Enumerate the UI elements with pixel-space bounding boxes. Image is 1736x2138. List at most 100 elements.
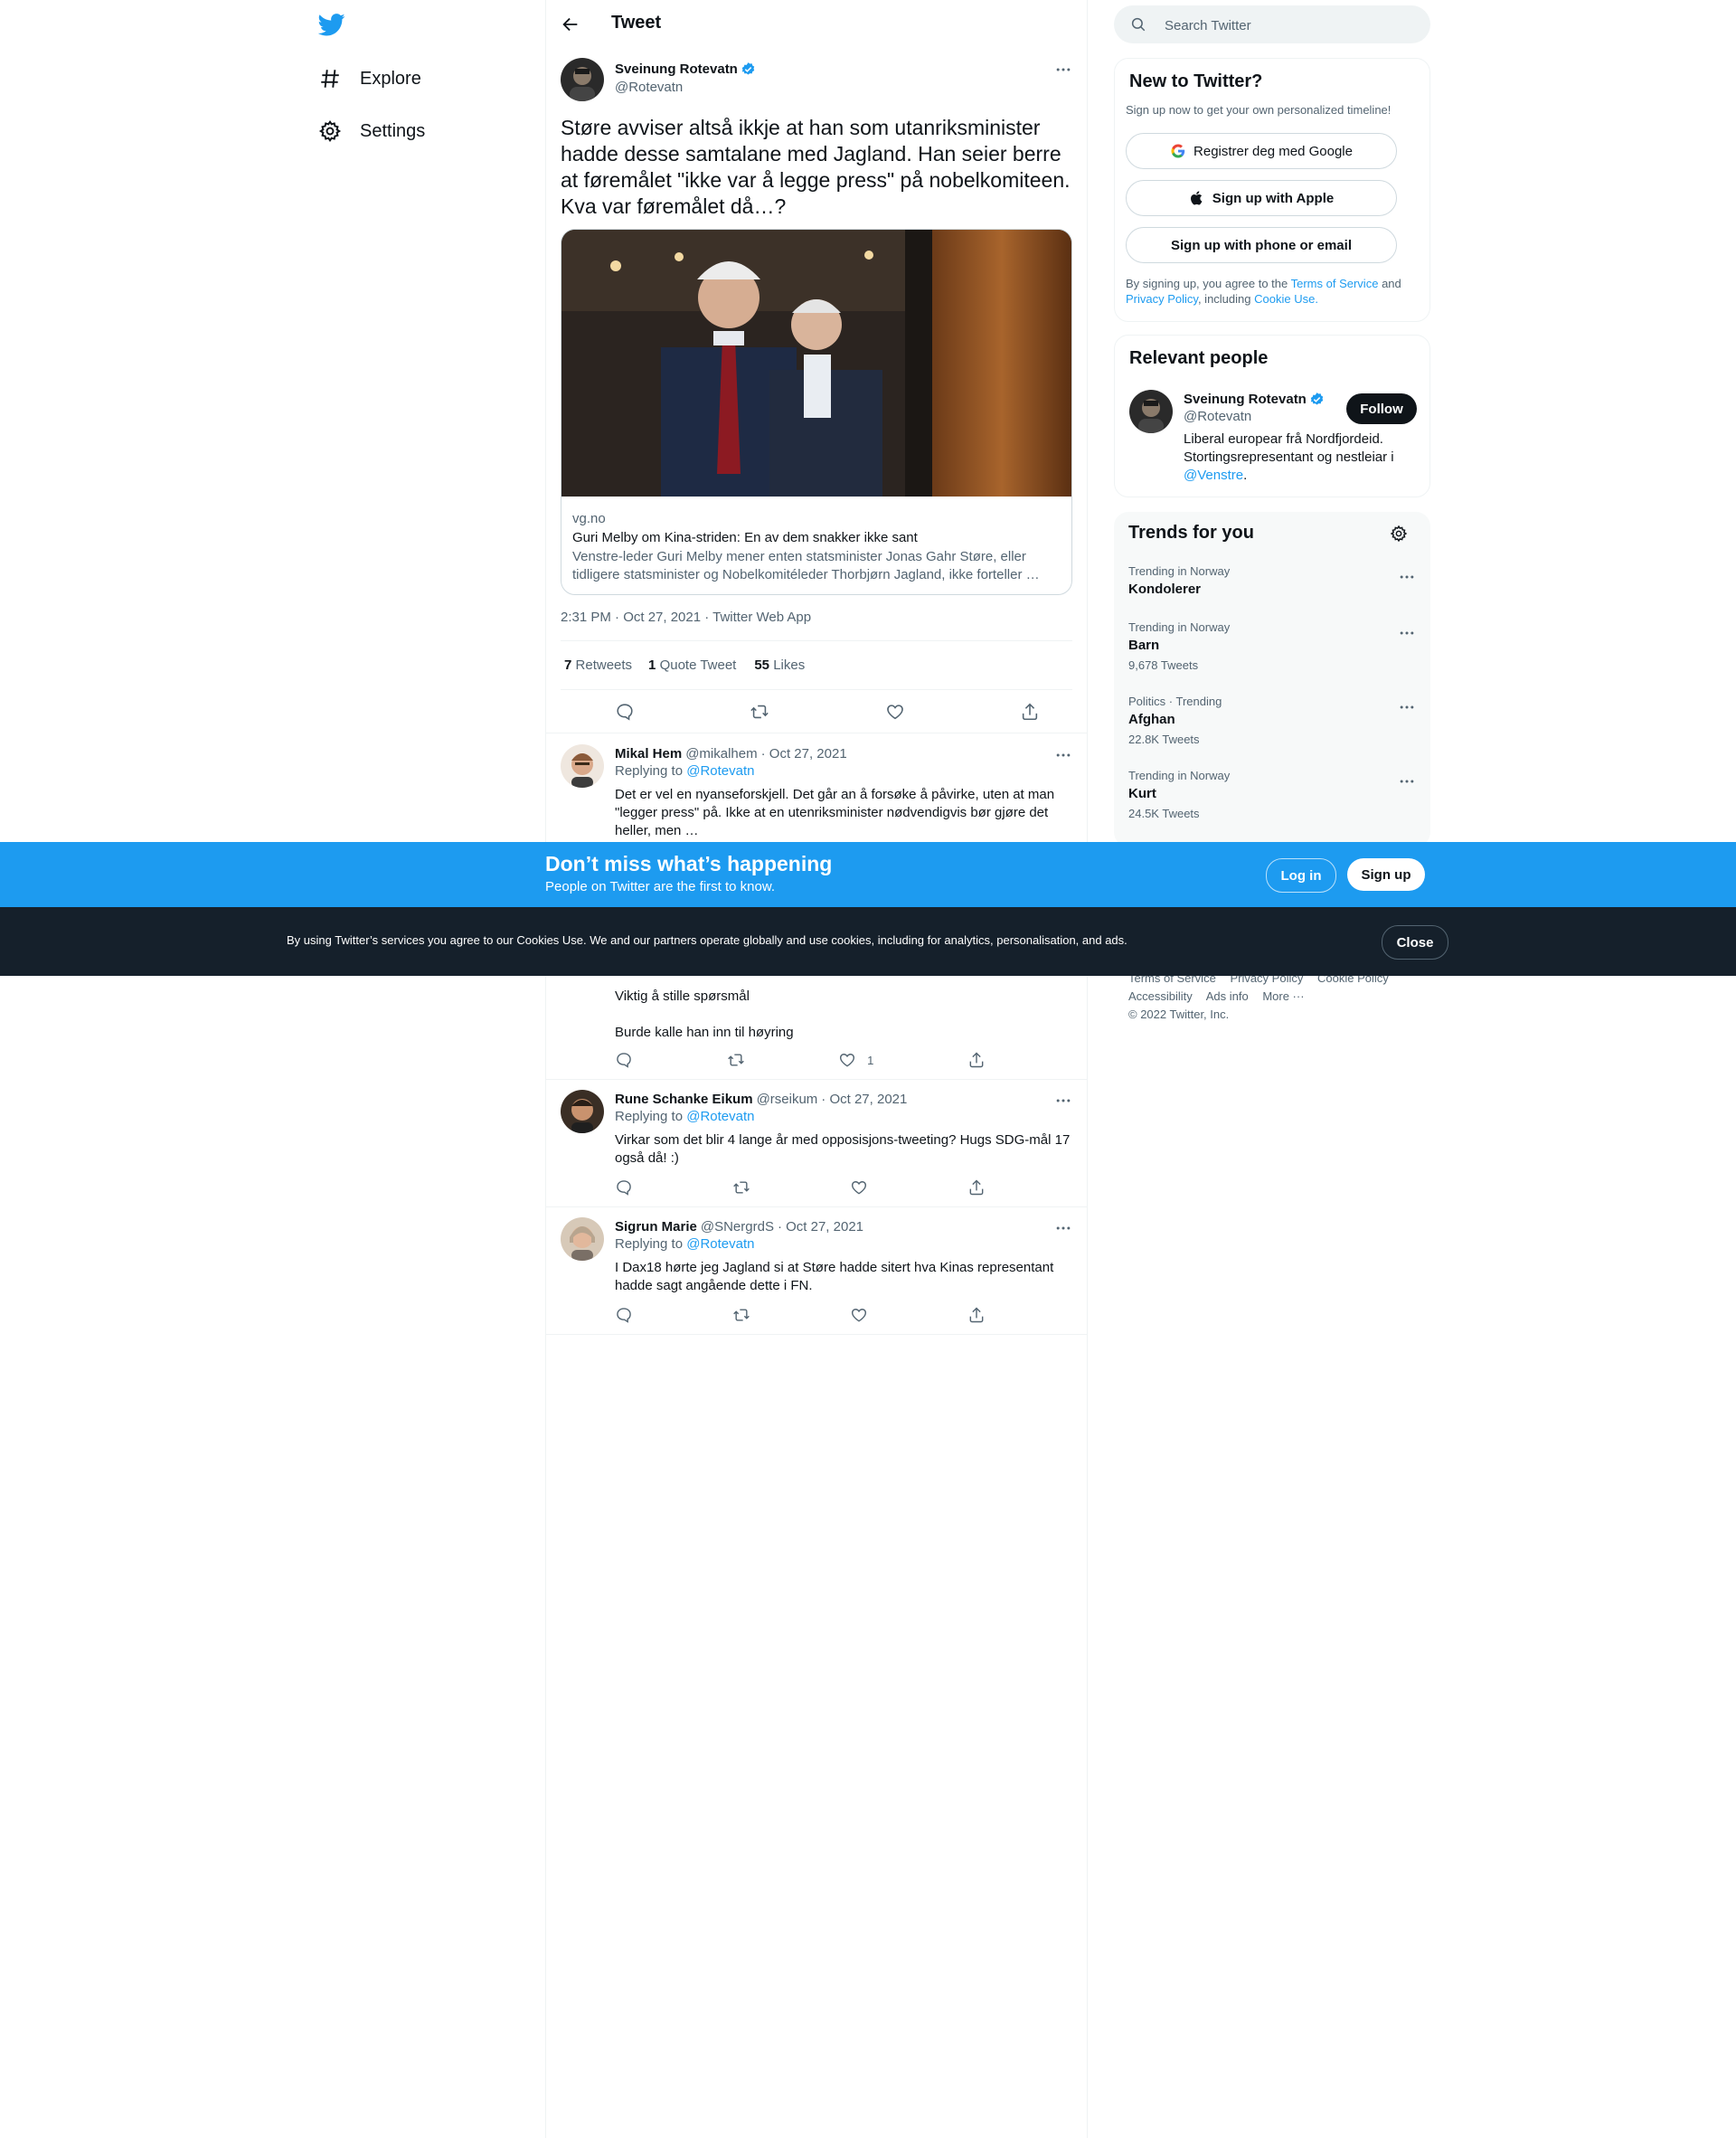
signup-phone-button[interactable]: Sign up with phone or email (1126, 227, 1397, 263)
trend-context: Trending in Norway (1128, 769, 1231, 782)
signup-google-button[interactable]: Registrer deg med Google (1126, 133, 1397, 169)
reply-tweet[interactable]: Rune Schanke Eikum @rseikum · Oct 27, 20… (546, 1079, 1087, 1207)
retweet-icon[interactable] (732, 1306, 750, 1324)
login-button[interactable]: Log in (1266, 858, 1336, 893)
like-heart-icon[interactable] (850, 1178, 868, 1197)
quote-tweets-stat[interactable]: 1 Quote Tweet (648, 657, 736, 673)
replying-to-link[interactable]: @Rotevatn (686, 1236, 754, 1252)
footer-link[interactable]: More ··· (1262, 989, 1304, 1003)
more-options-icon[interactable] (1054, 1092, 1072, 1110)
venstre-link[interactable]: @Venstre (1184, 468, 1243, 483)
share-icon[interactable] (1020, 702, 1040, 722)
signup-button[interactable]: Sign up (1347, 858, 1425, 891)
dont-miss-banner: Don’t miss what’s happening People on Tw… (0, 842, 1736, 907)
retweets-stat[interactable]: 7 Retweets (564, 657, 632, 673)
trend-context: Trending in Norway (1128, 564, 1231, 578)
like-action[interactable]: 1 (838, 1051, 873, 1069)
reply-author-name[interactable]: Sigrun Marie (615, 1219, 697, 1235)
search-input[interactable] (1163, 5, 1420, 45)
gear-icon[interactable] (1390, 525, 1408, 543)
nav-explore-label: Explore (360, 68, 421, 89)
reply-icon[interactable] (615, 1306, 633, 1324)
reply-author-handle[interactable]: @SNergrdS (701, 1219, 774, 1235)
share-icon[interactable] (967, 1306, 986, 1324)
reply-icon[interactable] (615, 702, 635, 722)
retweet-icon[interactable] (732, 1178, 750, 1197)
banner-subtitle: People on Twitter are the first to know. (545, 879, 776, 894)
more-options-icon[interactable] (1398, 624, 1416, 642)
share-icon[interactable] (967, 1178, 986, 1197)
replying-to-link[interactable]: @Rotevatn (686, 1109, 754, 1124)
replying-to-label: Replying to (615, 1236, 684, 1252)
terms-of-service-link[interactable]: Terms of Service (1291, 277, 1379, 290)
reply-author-handle[interactable]: @rseikum (757, 1092, 818, 1107)
tweet-timestamp[interactable]: 2:31 PM · Oct 27, 2021 · Twitter Web App (561, 610, 811, 625)
more-options-icon[interactable] (1398, 772, 1416, 790)
relevant-people-panel: Relevant people Sveinung Rotevatn @Rotev… (1114, 335, 1430, 497)
reply-avatar[interactable] (561, 1090, 604, 1133)
link-card[interactable]: vg.no Guri Melby om Kina-striden: En av … (561, 229, 1072, 595)
reply-action-bar (615, 1178, 986, 1197)
article-photo (561, 230, 1071, 497)
signup-legal-text: By signing up, you agree to the Terms of… (1126, 277, 1401, 306)
reply-date[interactable]: · Oct 27, 2021 (821, 1092, 907, 1107)
verified-badge-icon (1310, 393, 1324, 405)
nav-explore[interactable]: Explore (318, 61, 421, 97)
signup-apple-button[interactable]: Sign up with Apple (1126, 180, 1397, 216)
reply-tweet[interactable]: Sigrun Marie @SNergrdS · Oct 27, 2021 Re… (546, 1206, 1087, 1335)
trend-item[interactable]: Politics · Trending Afghan 22.8K Tweets (1128, 695, 1416, 746)
like-heart-icon[interactable] (850, 1306, 868, 1324)
trend-context: Politics · Trending (1128, 695, 1222, 708)
main-column: Tweet Sveinung Rotevatn @Rotevatn Støre … (545, 0, 1088, 2138)
relevant-person-avatar[interactable] (1129, 390, 1173, 433)
more-options-icon[interactable] (1398, 568, 1416, 586)
trend-item[interactable]: Trending in Norway Barn 9,678 Tweets (1128, 620, 1416, 672)
more-options-icon[interactable] (1054, 746, 1072, 764)
retweet-icon[interactable] (727, 1051, 745, 1069)
replying-to-link[interactable]: @Rotevatn (686, 763, 754, 779)
author-info: Sveinung Rotevatn @Rotevatn (615, 61, 756, 95)
footer-link[interactable]: Accessibility (1128, 989, 1193, 1003)
reply-icon[interactable] (615, 1178, 633, 1197)
author-handle[interactable]: @Rotevatn (615, 80, 756, 95)
twitter-bird-icon[interactable] (318, 11, 345, 38)
more-options-icon[interactable] (1054, 1219, 1072, 1237)
trend-item[interactable]: Trending in Norway Kondolerer (1128, 564, 1416, 597)
reply-avatar[interactable] (561, 744, 604, 788)
trend-count: 22.8K Tweets (1128, 733, 1200, 746)
verified-badge-icon (741, 62, 755, 75)
like-heart-icon[interactable] (885, 702, 905, 722)
reply-author-name[interactable]: Mikal Hem (615, 746, 682, 762)
reply-date[interactable]: · Oct 27, 2021 (778, 1219, 863, 1235)
privacy-policy-link[interactable]: Privacy Policy (1126, 292, 1198, 306)
reply-action-bar (615, 1306, 986, 1324)
gear-icon (318, 119, 342, 143)
nav-settings[interactable]: Settings (318, 113, 425, 149)
reply-action-bar: 1 (615, 1051, 986, 1069)
reply-avatar[interactable] (561, 1217, 604, 1261)
footer-link[interactable]: Ads info (1206, 989, 1249, 1003)
cookie-close-button[interactable]: Close (1382, 925, 1448, 960)
relevant-person-handle[interactable]: @Rotevatn (1184, 409, 1325, 424)
reply-icon[interactable] (615, 1051, 633, 1069)
reply-date[interactable]: · Oct 27, 2021 (761, 746, 847, 762)
more-options-icon[interactable] (1054, 61, 1072, 79)
reply-author-name[interactable]: Rune Schanke Eikum (615, 1092, 753, 1107)
retweet-icon[interactable] (750, 702, 769, 722)
cookie-use-link[interactable]: Cookie Use. (1254, 292, 1318, 306)
back-arrow-icon[interactable] (561, 14, 580, 34)
relevant-person-name[interactable]: Sveinung Rotevatn (1184, 392, 1307, 407)
follow-button[interactable]: Follow (1346, 393, 1417, 424)
likes-stat[interactable]: 55 Likes (754, 657, 805, 673)
reply-text-line-1: Viktig å stille spørsmål (615, 989, 750, 1004)
more-options-icon[interactable] (1398, 698, 1416, 716)
reply-author-handle[interactable]: @mikalhem (685, 746, 757, 762)
search-box[interactable] (1114, 5, 1430, 45)
trend-item[interactable]: Trending in Norway Kurt 24.5K Tweets (1128, 769, 1416, 820)
signup-apple-label: Sign up with Apple (1212, 190, 1335, 206)
share-icon[interactable] (967, 1051, 986, 1069)
hashtag-icon (321, 70, 339, 88)
author-avatar[interactable] (561, 58, 604, 101)
apple-icon (1190, 191, 1203, 205)
author-name[interactable]: Sveinung Rotevatn (615, 61, 738, 77)
